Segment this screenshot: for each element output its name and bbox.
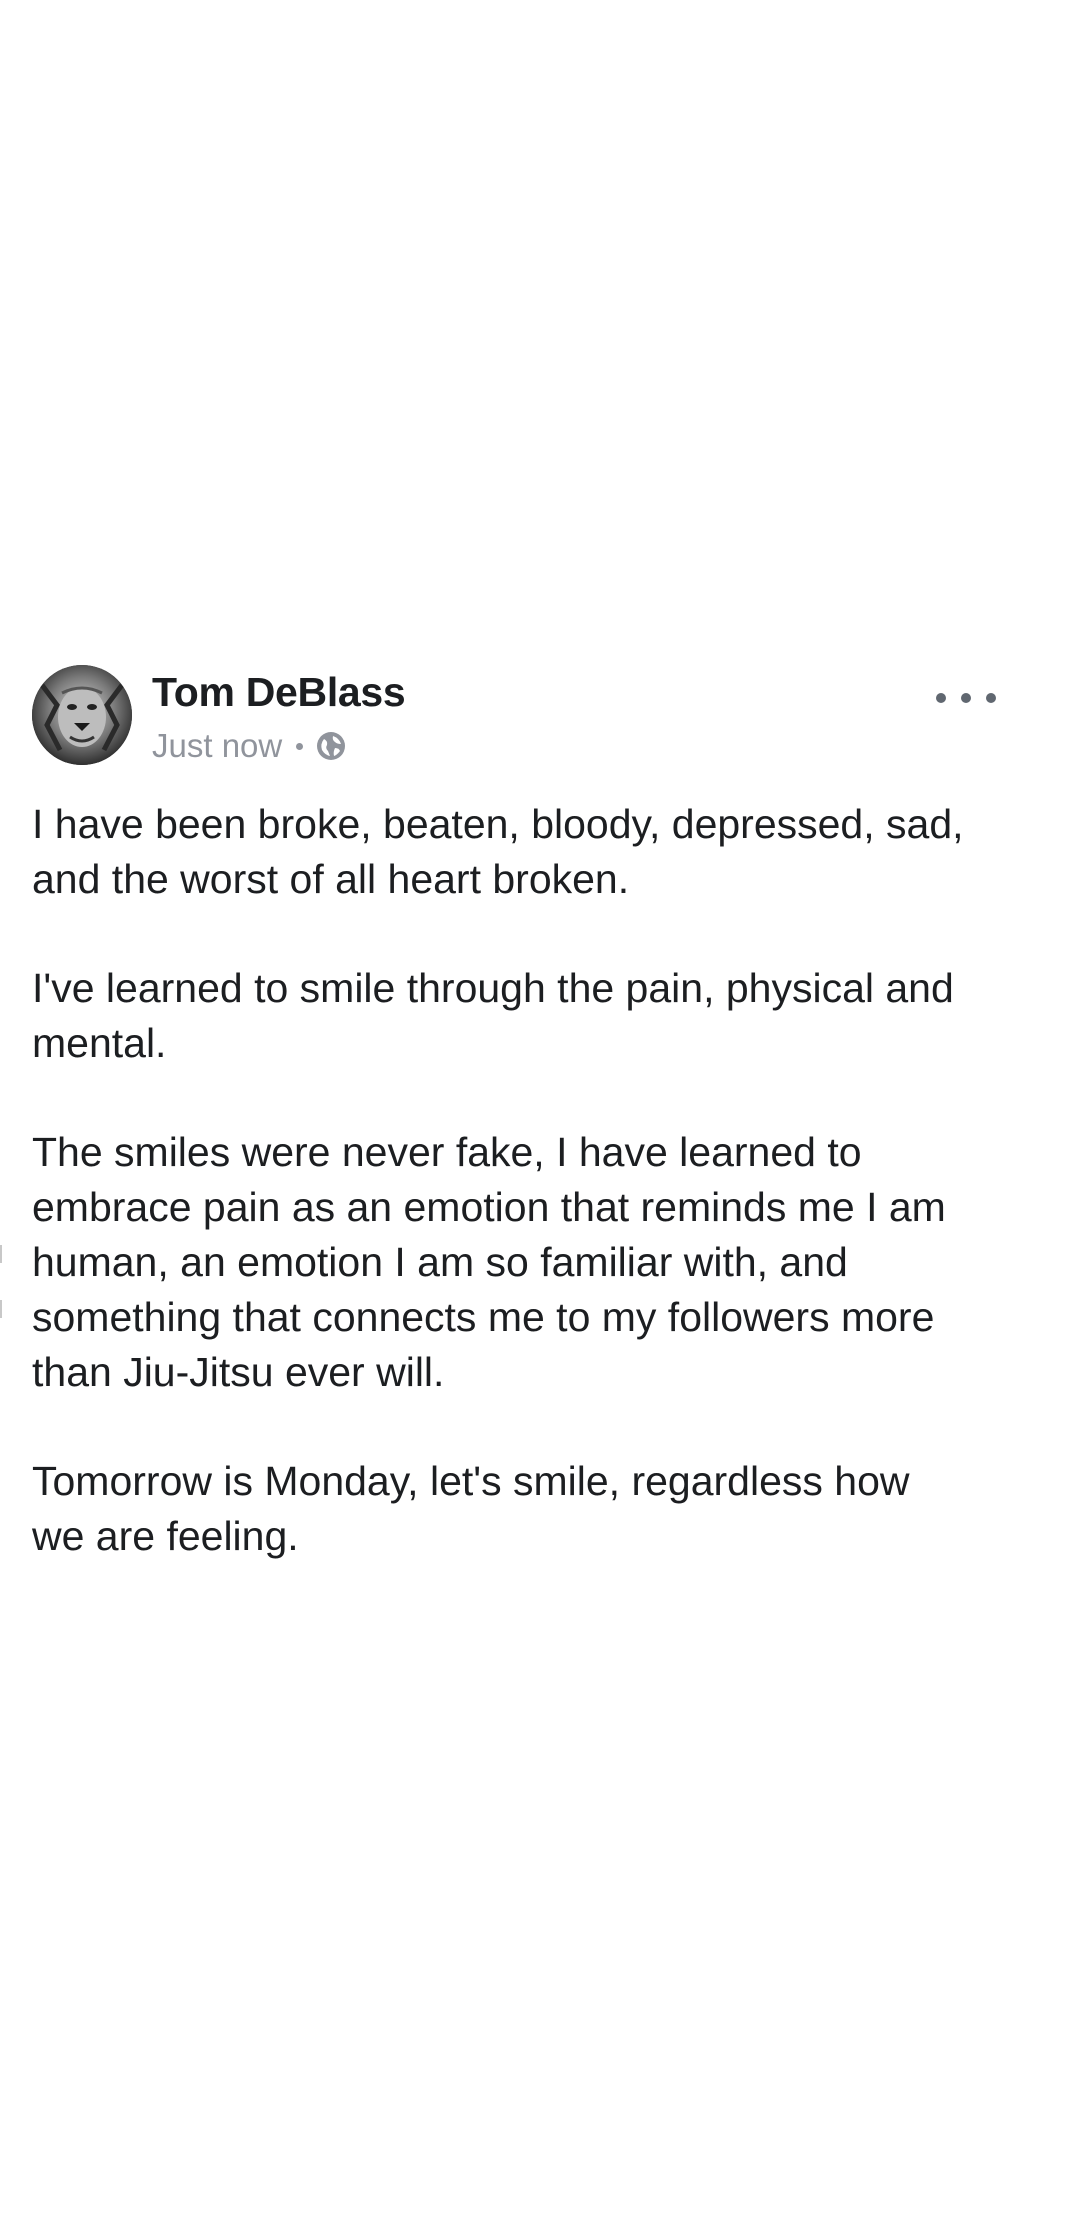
separator-dot (296, 742, 304, 750)
lion-avatar-image (32, 665, 132, 765)
post-header: Tom DeBlass Just now (0, 655, 1080, 775)
more-dot (961, 693, 971, 703)
more-dot (986, 693, 996, 703)
more-dot (936, 693, 946, 703)
post-timestamp[interactable]: Just now (152, 727, 282, 765)
post-meta: Just now (152, 727, 347, 765)
post-paragraph: I have been broke, beaten, bloody, depre… (32, 801, 964, 902)
post-paragraph: I've learned to smile through the pain, … (32, 965, 954, 1066)
edge-artifact (0, 1245, 2, 1263)
post-paragraph: Tomorrow is Monday, let's smile, regardl… (32, 1458, 910, 1559)
avatar[interactable] (32, 665, 132, 765)
more-options-icon[interactable] (936, 683, 996, 713)
edge-artifact (0, 1300, 2, 1318)
author-name[interactable]: Tom DeBlass (152, 669, 406, 716)
post-body: I have been broke, beaten, bloody, depre… (32, 797, 1032, 1564)
post-paragraph: The smiles were never fake, I have learn… (32, 1129, 946, 1395)
post-card: Tom DeBlass Just now I have been broke, … (0, 655, 1080, 1559)
globe-icon[interactable] (315, 730, 347, 762)
